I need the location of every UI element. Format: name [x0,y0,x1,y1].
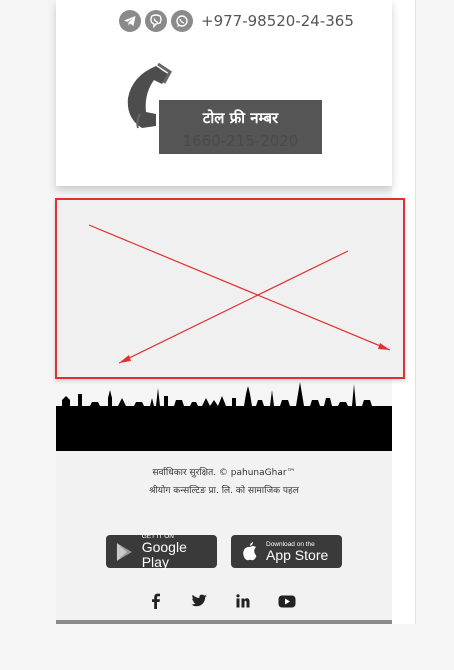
youtube-icon[interactable] [277,591,297,611]
site-footer: सर्वाधिकार सुरक्षित. © pahunaGhar™ श्रीय… [56,451,392,624]
image-placeholder [55,198,405,379]
copyright-text: सर्वाधिकार सुरक्षित. © pahunaGhar™ [152,468,296,478]
linkedin-icon[interactable] [233,591,253,611]
tollfree-label: टोल फ्री नम्बर [202,109,279,127]
telegram-icon[interactable] [119,10,141,32]
tollfree-number: 1660-215-2020 [182,132,299,150]
apple-icon [243,541,257,560]
city-skyline-image [56,382,392,451]
whatsapp-icon[interactable] [171,10,193,32]
contact-row: +977-98520-24-365 [119,10,354,32]
google-play-big-text: Google Play [141,539,187,570]
app-store-button[interactable]: Download on the App Store [231,535,342,568]
viber-icon[interactable] [145,10,167,32]
facebook-icon[interactable] [146,591,166,611]
credit-text: श्रीयोग कन्सल्टिङ प्रा. लि. को सामाजिक प… [149,486,299,496]
twitter-icon[interactable] [189,591,209,611]
broken-image-icon [88,224,391,364]
google-play-button[interactable]: GET IT ON Google Play [106,533,217,570]
google-play-icon [116,542,132,561]
tollfree-box[interactable]: टोल फ्री नम्बर 1660-215-2020 [159,100,322,154]
page: +977-98520-24-365 टोल फ्री नम्बर 1660-21… [0,0,454,670]
app-store-big-text: App Store [266,546,329,563]
contact-card: +977-98520-24-365 टोल फ्री नम्बर 1660-21… [56,0,392,186]
footer-bottom-bar [56,620,392,624]
phone-number[interactable]: +977-98520-24-365 [201,12,354,30]
